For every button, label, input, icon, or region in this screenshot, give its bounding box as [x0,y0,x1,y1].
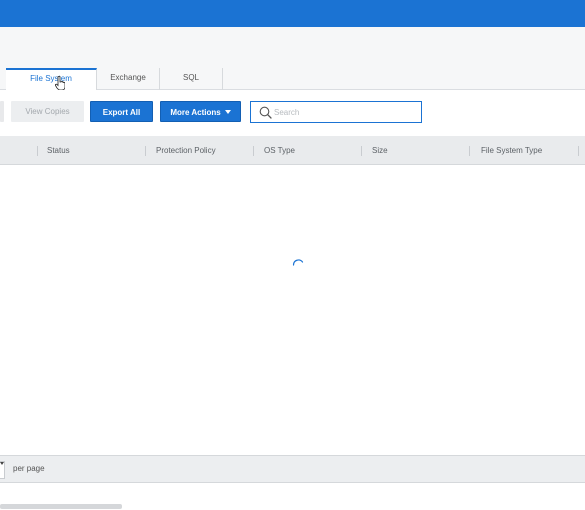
search-box[interactable] [250,101,422,123]
more-actions-button[interactable]: More Actions [160,101,241,122]
more-actions-label: More Actions [170,108,221,117]
action-toolbar: View Copies Export All More Actions [0,90,585,136]
column-divider [37,146,38,156]
asset-type-tabs: File System Exchange SQL [6,68,223,90]
column-header-status[interactable]: Status [47,136,70,165]
view-copies-button[interactable]: View Copies [11,101,84,122]
tab-file-system[interactable]: File System [6,68,97,90]
column-header-file-system-type[interactable]: File System Type [481,136,542,165]
column-header-size[interactable]: Size [372,136,388,165]
horizontal-scrollbar[interactable] [0,504,122,509]
search-icon [259,106,272,119]
per-page-label: per page [13,464,45,473]
toolbar-left-button[interactable] [0,101,4,122]
column-divider [578,146,579,156]
pagination-bar: per page [0,455,585,483]
column-header-os-type[interactable]: OS Type [264,136,295,165]
column-divider [469,146,470,156]
search-input[interactable] [274,104,414,120]
column-divider [361,146,362,156]
chevron-down-icon [0,462,4,465]
column-divider [253,146,254,156]
hand-pointer-cursor [55,76,65,90]
table-header: Status Protection Policy OS Type Size Fi… [0,136,585,165]
tab-label: SQL [182,73,199,82]
chevron-down-icon [224,110,231,114]
table-body [0,165,585,455]
tab-label: File System [30,74,72,83]
export-all-button[interactable]: Export All [90,101,153,122]
column-header-protection-policy[interactable]: Protection Policy [156,136,216,165]
tab-label: Exchange [110,73,146,82]
tab-sql[interactable]: SQL [160,68,223,90]
column-divider [145,146,146,156]
tab-exchange[interactable]: Exchange [97,68,160,90]
loading-spinner-icon [292,259,304,266]
top-app-bar [0,0,585,27]
